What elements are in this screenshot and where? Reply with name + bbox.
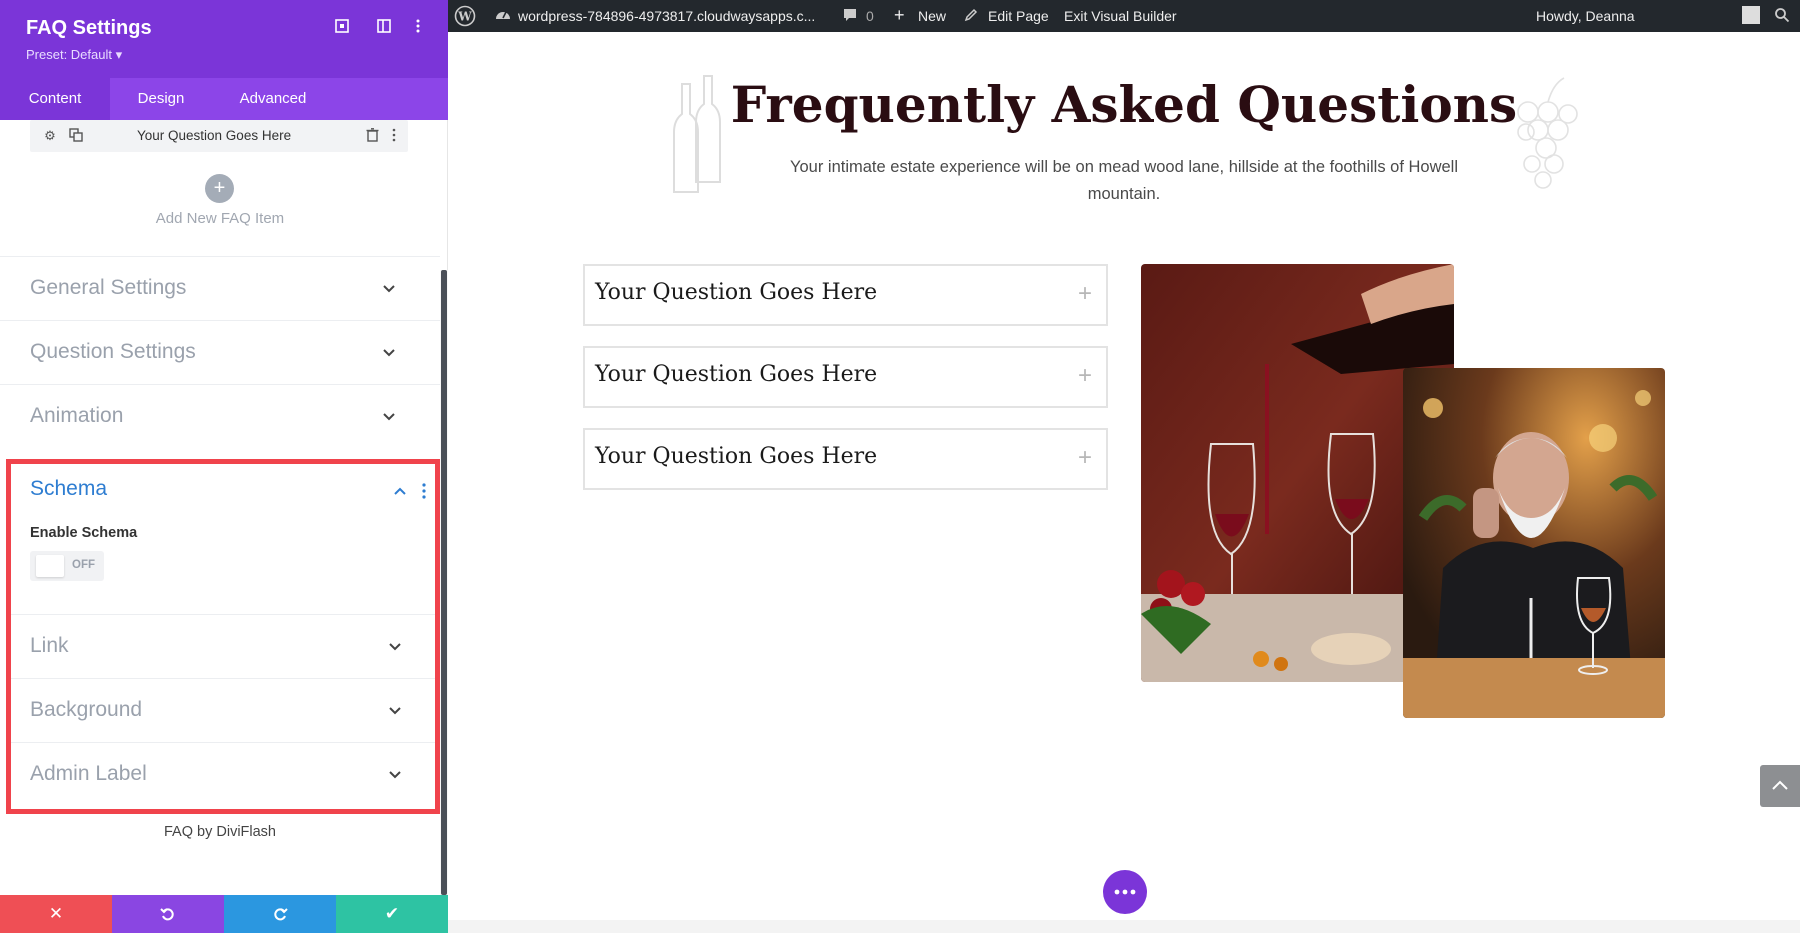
settings-panel: FAQ Settings Preset: Default ▾ Content D…	[0, 0, 448, 933]
section-animation[interactable]: Animation	[0, 384, 440, 448]
new-link[interactable]: New	[918, 8, 946, 24]
chevron-down-icon	[389, 643, 401, 651]
toggle-knob	[36, 555, 64, 577]
man-with-wine-photo	[1403, 368, 1665, 718]
panel-scrollbar-thumb[interactable]	[441, 270, 447, 895]
user-greeting[interactable]: Howdy, Deanna	[1536, 8, 1635, 24]
chevron-down-icon	[389, 771, 401, 779]
plus-icon[interactable]: +	[894, 5, 905, 26]
dashboard-icon[interactable]	[494, 6, 512, 27]
svg-text:W: W	[457, 10, 472, 24]
panel-action-bar: ✕ ✔	[0, 895, 448, 933]
gear-icon[interactable]: ⚙	[42, 128, 58, 144]
section-question-settings[interactable]: Question Settings	[0, 320, 440, 384]
chevron-up-icon	[1772, 780, 1788, 790]
undo-icon	[160, 908, 174, 921]
panel-content: ⚙ Your Question Goes Here + Add New FAQ …	[0, 120, 448, 895]
duplicate-icon[interactable]	[68, 128, 84, 144]
faq-item-label: Your Question Goes Here	[137, 128, 292, 143]
faq-question-text: Your Question Goes Here	[595, 362, 878, 387]
comment-icon[interactable]	[842, 7, 858, 26]
section-label: Question Settings	[30, 340, 196, 363]
chevron-up-icon[interactable]	[389, 480, 411, 502]
module-brand: FAQ by DiviFlash	[164, 824, 276, 840]
save-button[interactable]: ✔	[336, 895, 448, 933]
panel-tabs: Content Design Advanced	[0, 78, 448, 120]
item-options-icon[interactable]	[386, 128, 402, 144]
panel-header: FAQ Settings Preset: Default ▾	[0, 0, 448, 78]
faq-item-row[interactable]: ⚙ Your Question Goes Here	[30, 120, 408, 152]
chevron-down-icon	[389, 707, 401, 715]
expand-plus-icon[interactable]: +	[1078, 280, 1092, 308]
section-label: Animation	[30, 404, 124, 427]
expand-plus-icon[interactable]: +	[1078, 444, 1092, 472]
section-label: Link	[30, 634, 69, 657]
builder-options-button[interactable]	[1103, 870, 1147, 914]
page-footer-strip	[448, 920, 1800, 933]
preset-selector[interactable]: Preset: Default ▾	[26, 47, 122, 63]
section-label: Background	[30, 698, 143, 721]
redo-button[interactable]	[224, 895, 336, 933]
section-general-settings[interactable]: General Settings	[0, 256, 440, 320]
chevron-down-icon	[383, 349, 395, 357]
page-subtitle: Your intimate estate experience will be …	[789, 158, 1459, 203]
more-horizontal-icon	[1114, 889, 1136, 895]
enable-schema-label: Enable Schema	[30, 525, 138, 541]
tab-content[interactable]: Content	[0, 78, 110, 120]
undo-button[interactable]	[112, 895, 224, 933]
pencil-icon[interactable]	[964, 7, 979, 25]
add-new-faq-item[interactable]: Add New FAQ Item	[0, 210, 440, 227]
expand-plus-icon[interactable]: +	[1078, 362, 1092, 390]
comment-count[interactable]: 0	[866, 8, 874, 24]
wordpress-logo-icon[interactable]: W	[454, 5, 476, 30]
trash-icon[interactable]	[364, 128, 380, 144]
scroll-to-top-button[interactable]	[1760, 765, 1800, 807]
tab-design[interactable]: Design	[110, 78, 212, 120]
tab-advanced[interactable]: Advanced	[216, 78, 330, 120]
search-icon[interactable]	[1774, 7, 1790, 26]
faq-question[interactable]: Your Question Goes Here +	[583, 264, 1108, 326]
chevron-down-icon	[383, 413, 395, 421]
faq-question[interactable]: Your Question Goes Here +	[583, 346, 1108, 408]
section-schema-title[interactable]: Schema	[30, 477, 107, 501]
section-label: Admin Label	[30, 762, 147, 785]
section-label: General Settings	[30, 276, 187, 299]
section-link[interactable]: Link	[11, 614, 435, 678]
wp-admin-bar: W wordpress-784896-4973817.cloudwaysapps…	[448, 0, 1800, 32]
focus-icon[interactable]	[332, 18, 352, 38]
enable-schema-toggle[interactable]: OFF	[30, 551, 104, 581]
section-admin-label[interactable]: Admin Label	[11, 742, 435, 806]
page-title: Frequently Asked Questions	[730, 75, 1518, 134]
faq-question-text: Your Question Goes Here	[595, 280, 878, 305]
discard-button[interactable]: ✕	[0, 895, 112, 933]
panel-title: FAQ Settings	[26, 17, 152, 39]
faq-question[interactable]: Your Question Goes Here +	[583, 428, 1108, 490]
add-item-button[interactable]: +	[205, 174, 234, 203]
split-view-icon[interactable]	[374, 18, 394, 38]
toggle-state: OFF	[72, 559, 95, 571]
avatar[interactable]	[1742, 6, 1760, 24]
more-options-icon[interactable]	[408, 18, 428, 38]
chevron-down-icon	[383, 285, 395, 293]
section-background[interactable]: Background	[11, 678, 435, 742]
schema-options-icon[interactable]	[421, 482, 427, 500]
exit-visual-builder-link[interactable]: Exit Visual Builder	[1064, 8, 1177, 24]
edit-page-link[interactable]: Edit Page	[988, 8, 1049, 24]
page-canvas: Frequently Asked Questions Your intimate…	[448, 32, 1800, 933]
site-name-link[interactable]: wordpress-784896-4973817.cloudwaysapps.c…	[518, 8, 815, 24]
faq-question-text: Your Question Goes Here	[595, 444, 878, 469]
redo-icon	[274, 908, 288, 921]
